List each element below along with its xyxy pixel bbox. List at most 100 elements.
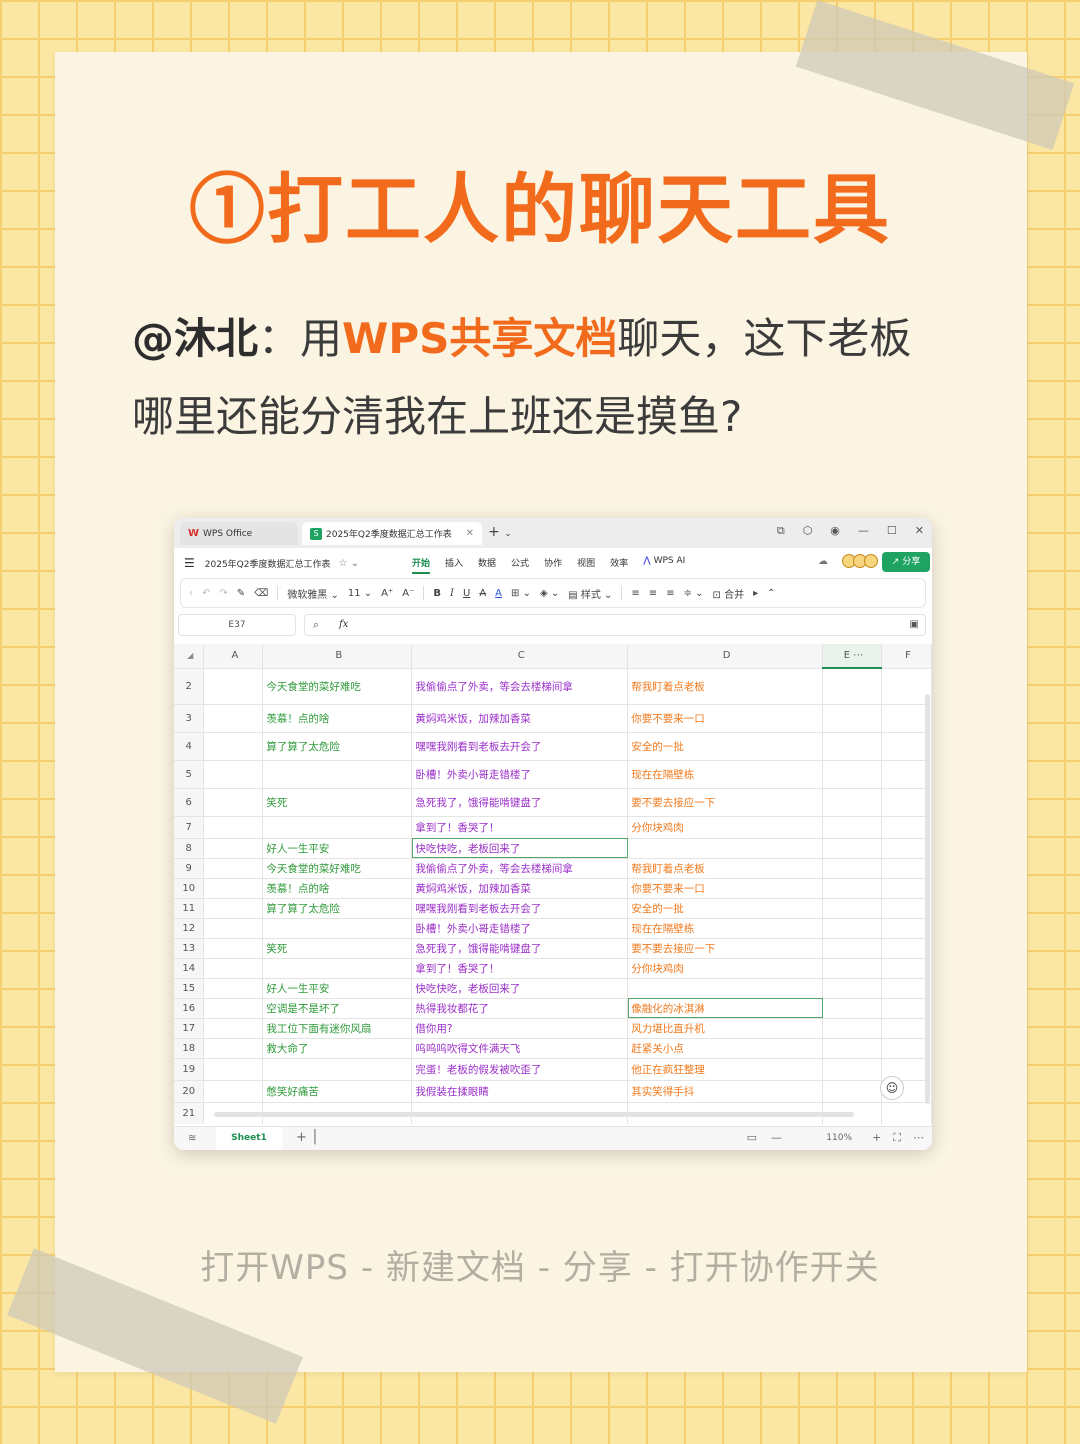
cell-d[interactable]: 安全的一批 bbox=[627, 732, 824, 761]
cell-e[interactable] bbox=[822, 838, 882, 859]
cell-c[interactable]: 呜呜呜吹得文件满天飞 bbox=[411, 1038, 629, 1059]
zoom-search-icon[interactable]: ⌕ bbox=[313, 618, 319, 632]
cell-d[interactable]: 要不要去接应一下 bbox=[627, 938, 824, 959]
cell-c[interactable]: 我假装在揉眼睛 bbox=[411, 1080, 629, 1103]
cell-e[interactable] bbox=[822, 1018, 882, 1039]
menu-icon[interactable]: ☰ bbox=[184, 556, 195, 570]
column-header[interactable]: A bbox=[203, 644, 264, 669]
cell-a[interactable] bbox=[203, 760, 264, 789]
row-number[interactable]: 15 bbox=[174, 978, 205, 999]
cell-b[interactable]: 羡慕！点的啥 bbox=[262, 704, 413, 733]
cell-a[interactable] bbox=[203, 1018, 264, 1039]
cell-c[interactable]: 卧槽！外卖小哥走错楼了 bbox=[411, 918, 629, 939]
format-painter-icon[interactable]: ✎ bbox=[237, 588, 245, 599]
cell-a[interactable] bbox=[203, 898, 264, 919]
close-tab-icon[interactable]: ✕ bbox=[466, 528, 474, 539]
collaborator-avatars[interactable] bbox=[842, 554, 878, 568]
cell-d[interactable]: 帮我盯着点老板 bbox=[627, 668, 824, 705]
row-number[interactable]: 19 bbox=[174, 1058, 205, 1081]
restore-tab-icon[interactable]: ⧉ bbox=[777, 524, 785, 538]
cell-a[interactable] bbox=[203, 668, 264, 705]
row-number[interactable]: 17 bbox=[174, 1018, 205, 1039]
cell-d[interactable]: 分你块鸡肉 bbox=[627, 816, 824, 839]
cell-e[interactable] bbox=[822, 898, 882, 919]
cell-f[interactable] bbox=[881, 816, 932, 839]
redo-icon[interactable]: ↷ bbox=[219, 588, 227, 599]
row-number[interactable]: 8 bbox=[174, 838, 205, 859]
merge-button[interactable]: ⊡ 合并 bbox=[713, 586, 745, 601]
row-number[interactable]: 18 bbox=[174, 1038, 205, 1059]
tab-data[interactable]: 数据 bbox=[478, 556, 496, 574]
tab-formula[interactable]: 公式 bbox=[511, 556, 529, 574]
cell-f[interactable] bbox=[881, 788, 932, 817]
row-number[interactable]: 21 bbox=[174, 1102, 205, 1124]
cell-b[interactable]: 救大命了 bbox=[262, 1038, 413, 1059]
cell-f[interactable] bbox=[881, 898, 932, 919]
cell-d[interactable]: 他正在疯狂整理 bbox=[627, 1058, 824, 1081]
row-number[interactable]: 20 bbox=[174, 1080, 205, 1103]
cell-b[interactable]: 憋笑好痛苦 bbox=[262, 1080, 413, 1103]
font-shrink-icon[interactable]: A⁻ bbox=[402, 588, 414, 599]
name-box[interactable]: E37 bbox=[178, 614, 296, 636]
cell-e[interactable] bbox=[822, 816, 882, 839]
cell-c[interactable]: 急死我了，饿得能啃键盘了 bbox=[411, 938, 629, 959]
cell-c[interactable]: 热得我妆都花了 bbox=[411, 998, 629, 1019]
assistant-icon[interactable]: ☺ bbox=[880, 1076, 904, 1100]
cell-b[interactable]: 算了算了太危险 bbox=[262, 898, 413, 919]
align-center-icon[interactable]: ≡ bbox=[649, 588, 657, 599]
tab-collab[interactable]: 协作 bbox=[544, 556, 562, 574]
cell-e[interactable] bbox=[822, 978, 882, 999]
star-icon[interactable]: ☆ ⌄ bbox=[338, 558, 359, 569]
cell-f[interactable] bbox=[881, 858, 932, 879]
cell-c[interactable]: 借你用? bbox=[411, 1018, 629, 1039]
cell-f[interactable] bbox=[881, 918, 932, 939]
cell-d[interactable]: 现在在隔壁栋 bbox=[627, 760, 824, 789]
vertical-scrollbar[interactable] bbox=[925, 694, 930, 1104]
zoom-out-icon[interactable]: — bbox=[771, 1131, 782, 1144]
row-number[interactable]: 3 bbox=[174, 704, 205, 733]
cell-c[interactable]: 急死我了，饿得能啃键盘了 bbox=[411, 788, 629, 817]
sheet-table[interactable]: ◢ A B C D E ⋯ F 2 今天食堂的菜好难吃 我偷偷点了外卖，等会去楼梯间… bbox=[174, 644, 932, 1124]
row-number[interactable]: 6 bbox=[174, 788, 205, 817]
cell-f[interactable] bbox=[881, 760, 932, 789]
sheet-tab[interactable]: Sheet1 bbox=[216, 1127, 282, 1150]
row-number[interactable]: 13 bbox=[174, 938, 205, 959]
cell-f[interactable] bbox=[881, 938, 932, 959]
cell-a[interactable] bbox=[203, 1080, 264, 1103]
row-number[interactable]: 5 bbox=[174, 760, 205, 789]
cell-b[interactable]: 羡慕！点的啥 bbox=[262, 878, 413, 899]
font-color-icon[interactable]: A bbox=[495, 588, 502, 599]
cell-f[interactable] bbox=[881, 838, 932, 859]
doc-name[interactable]: 2025年Q2季度数据汇总工作表 bbox=[205, 557, 331, 570]
cell-c[interactable]: 完蛋！老板的假发被吹歪了 bbox=[411, 1058, 629, 1081]
cell-a[interactable] bbox=[203, 1038, 264, 1059]
select-all-corner[interactable]: ◢ bbox=[174, 644, 205, 669]
cell-e[interactable] bbox=[822, 668, 882, 705]
sheets-list-icon[interactable]: ≋ bbox=[188, 1133, 196, 1144]
cell-c[interactable]: 拿到了！香哭了！ bbox=[411, 958, 629, 979]
cell-c[interactable]: 拿到了！香哭了！ bbox=[411, 816, 629, 839]
cell-f[interactable] bbox=[881, 668, 932, 705]
cell-c[interactable]: 黄焖鸡米饭，加辣加香菜 bbox=[411, 704, 629, 733]
cell-a[interactable] bbox=[203, 878, 264, 899]
cell-a[interactable] bbox=[203, 998, 264, 1019]
cell-b[interactable]: 算了算了太危险 bbox=[262, 732, 413, 761]
cell-c[interactable]: 黄焖鸡米饭，加辣加香菜 bbox=[411, 878, 629, 899]
fx-icon[interactable]: fx bbox=[339, 619, 348, 630]
cell-d[interactable] bbox=[627, 838, 824, 859]
cell-b[interactable] bbox=[262, 760, 413, 789]
share-button[interactable]: ↗ 分享 bbox=[882, 552, 930, 572]
cell-d[interactable]: 现在在隔壁栋 bbox=[627, 918, 824, 939]
font-grow-icon[interactable]: A⁺ bbox=[381, 588, 393, 599]
row-number[interactable]: 9 bbox=[174, 858, 205, 879]
cell-f[interactable] bbox=[881, 878, 932, 899]
cell-b[interactable]: 好人一生平安 bbox=[262, 978, 413, 999]
cell-f[interactable] bbox=[881, 704, 932, 733]
cell-c[interactable]: 嘿嘿我刚看到老板去开会了 bbox=[411, 898, 629, 919]
cell-f[interactable] bbox=[881, 1102, 932, 1124]
underline-icon[interactable]: U bbox=[463, 588, 470, 599]
style-menu[interactable]: ▤ 样式 ⌄ bbox=[568, 586, 612, 601]
font-select[interactable]: 微软雅黑 ⌄ bbox=[287, 586, 339, 601]
tab-view[interactable]: 视图 bbox=[577, 556, 595, 574]
column-header[interactable]: B bbox=[262, 644, 413, 669]
